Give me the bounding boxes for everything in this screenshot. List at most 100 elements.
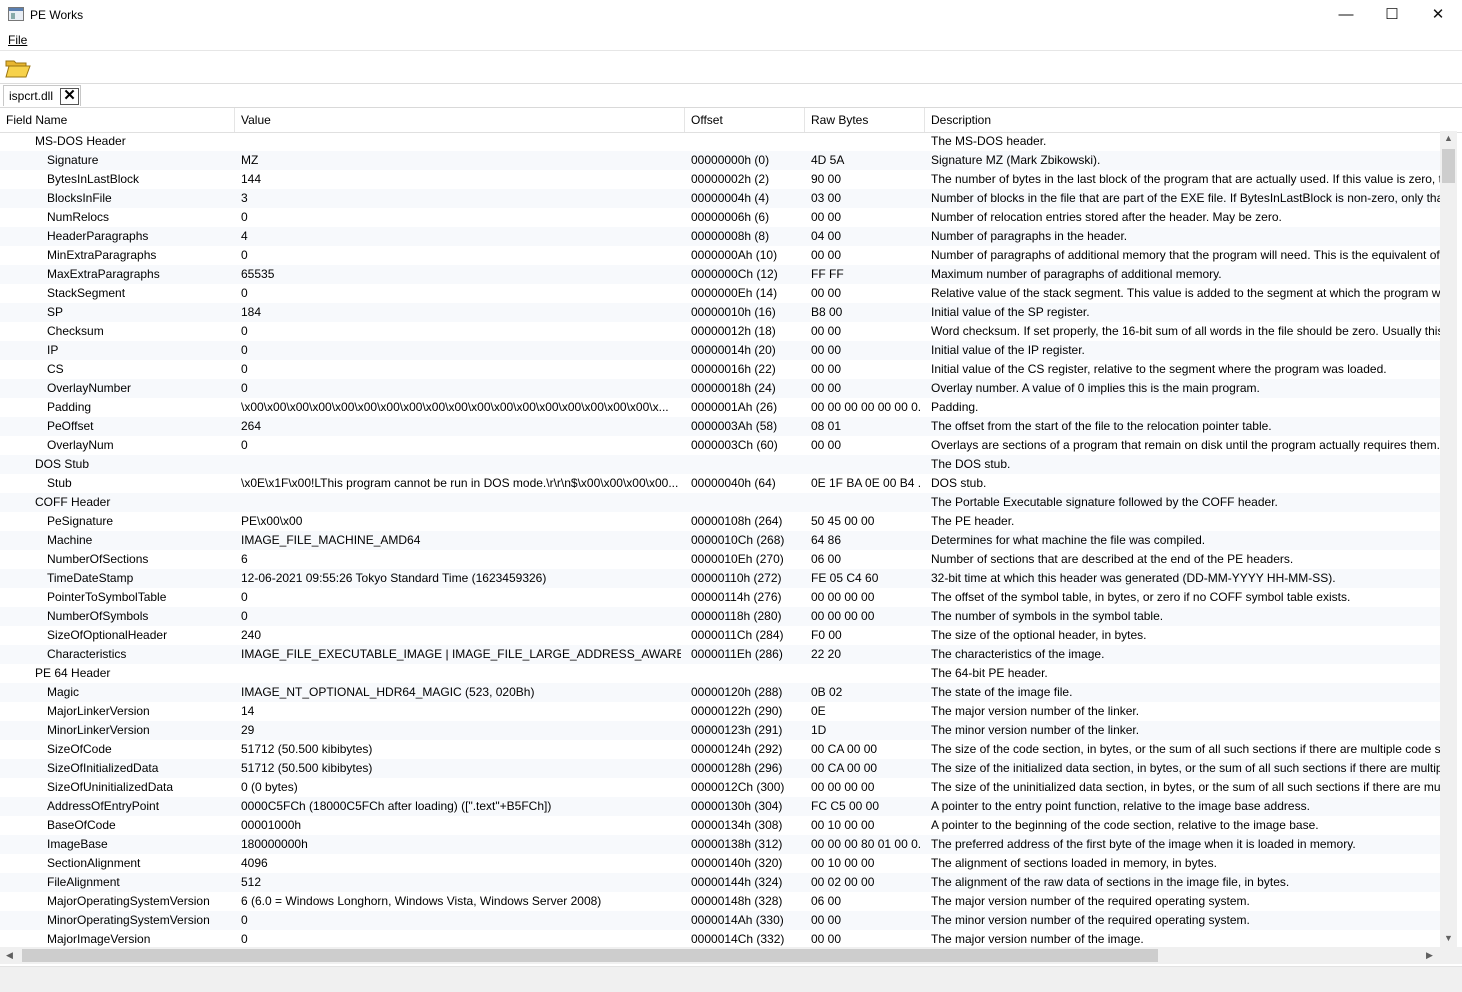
cell-value: 4 [241,229,248,243]
table-row[interactable]: OverlayNum 0 0000003Ch (60) 00 00 Overlays a… [0,436,1440,455]
open-folder-icon[interactable] [5,58,31,78]
cell-description: Overlays are sections of a program that … [931,438,1440,452]
table-row[interactable]: PeOffset 264 0000003Ah (58) 08 01 The offset… [0,417,1440,436]
table-row[interactable]: CS 0 00000016h (22) 00 00 Initial value of t… [0,360,1440,379]
header-offset[interactable]: Offset [685,108,805,132]
table-row[interactable]: ImageBase 180000000h 00000138h (312) 00 00 … [0,835,1440,854]
tab-file[interactable]: ispcrt.dll ✕ [3,85,81,106]
cell-raw-bytes: 00 00 [811,286,842,300]
cell-offset: 0000014Ch (332) [691,932,785,946]
table-row[interactable]: Padding \x00\x00\x00\x00\x00\x00\x00\x00\… [0,398,1440,417]
table-row[interactable]: MinExtraParagraphs 0 0000000Ah (10) 00 00 Nu… [0,246,1440,265]
cell-field-name: SectionAlignment [47,856,141,870]
table-row[interactable]: SizeOfCode 51712 (50.500 kibibytes) 000001… [0,740,1440,759]
table-row[interactable]: SP 184 00000010h (16) B8 00 Initial value of… [0,303,1440,322]
cell-raw-bytes [811,493,921,512]
cell-description: The minor version number of the required… [931,913,1250,927]
cell-offset: 0000012Ch (300) [691,780,785,794]
header-field-name[interactable]: Field Name [0,108,235,132]
cell-offset: 00000110h (272) [691,571,782,585]
table-row[interactable]: NumberOfSymbols 0 00000118h (280) 00 00 00 … [0,607,1440,626]
menu-file[interactable]: File [8,33,27,47]
cell-field-name: AddressOfEntryPoint [47,799,160,813]
cell-field-name: SizeOfCode [47,742,112,756]
tab-label: ispcrt.dll [9,89,54,103]
header-value[interactable]: Value [235,108,685,132]
scroll-down-icon[interactable]: ▼ [1444,933,1453,943]
cell-offset [691,132,803,151]
table-row[interactable]: Stub \x0E\x1F\x00!LThis program cannot be… [0,474,1440,493]
table-row[interactable]: TimeDateStamp 12-06-2021 09:55:26 Tokyo S… [0,569,1440,588]
table-row[interactable]: SizeOfOptionalHeader 240 0000011Ch (284) F0… [0,626,1440,645]
table-row[interactable]: BaseOfCode 00001000h 00000134h (308) 00 10 … [0,816,1440,835]
table-row[interactable]: NumberOfSections 6 0000010Eh (270) 06 00 Num… [0,550,1440,569]
scroll-left-icon[interactable]: ◀ [6,950,13,961]
table-row[interactable]: StackSegment 0 0000000Eh (14) 00 00 Relative… [0,284,1440,303]
table-row[interactable]: MajorOperatingSystemVersion 6 (6.0 = Wind… [0,892,1440,911]
title-bar: PE Works — ☐ ✕ [0,0,1462,30]
cell-description: Number of paragraphs of additional memor… [931,248,1440,262]
cell-offset: 00000130h (304) [691,799,783,813]
table-row[interactable]: AddressOfEntryPoint 0000C5FCh (18000C5FCh… [0,797,1440,816]
cell-offset: 0000003Ah (58) [691,419,778,433]
cell-description: The alignment of the raw data of section… [931,875,1290,889]
table-row[interactable]: Magic IMAGE_NT_OPTIONAL_HDR64_MAGIC (523,… [0,683,1440,702]
table-row[interactable]: MaxExtraParagraphs 65535 0000000Ch (12) FF … [0,265,1440,284]
cell-raw-bytes: 50 45 00 00 [811,514,875,528]
table-row[interactable]: SizeOfInitializedData 51712 (50.500 kibib… [0,759,1440,778]
header-raw-bytes[interactable]: Raw Bytes [805,108,925,132]
scroll-up-icon[interactable]: ▲ [1444,133,1453,143]
vertical-scrollbar[interactable]: ▲ ▼ [1440,131,1457,947]
cell-field-name: SizeOfOptionalHeader [47,628,168,642]
table-row[interactable]: OverlayNumber 0 00000018h (24) 00 00 Overlay… [0,379,1440,398]
table-row[interactable]: BytesInLastBlock 144 00000002h (2) 90 00 The… [0,170,1440,189]
cell-field-name: OverlayNumber [47,381,132,395]
minimize-button[interactable]: — [1323,0,1369,30]
cell-value: 6 (6.0 = Windows Longhorn, Windows Vista… [241,894,602,908]
table-row[interactable]: Signature MZ 00000000h (0) 4D 5A Signature M… [0,151,1440,170]
cell-offset: 0000003Ch (60) [691,438,778,452]
tab-close-icon[interactable]: ✕ [60,88,79,105]
table-row[interactable]: NumRelocs 0 00000006h (6) 00 00 Number of re… [0,208,1440,227]
table-row[interactable]: PointerToSymbolTable 0 00000114h (276) 00 0… [0,588,1440,607]
vertical-scroll-thumb[interactable] [1442,149,1455,183]
table-row[interactable]: SizeOfUninitializedData 0 (0 bytes) 000001… [0,778,1440,797]
table-row[interactable]: SectionAlignment 4096 00000140h (320) 00 10… [0,854,1440,873]
table-row[interactable]: PeSignature PE\x00\x00 00000108h (264) 50 4… [0,512,1440,531]
maximize-button[interactable]: ☐ [1369,0,1415,30]
scroll-right-icon[interactable]: ▶ [1426,950,1433,961]
table-row[interactable]: MajorLinkerVersion 14 00000122h (290) 0E The… [0,702,1440,721]
horizontal-scrollbar[interactable]: ◀ ▶ [0,947,1440,964]
cell-description: The number of symbols in the symbol tabl… [931,609,1164,623]
cell-raw-bytes: 64 86 [811,533,842,547]
table-row[interactable]: MajorImageVersion 0 0000014Ch (332) 00 00 Th… [0,930,1440,948]
cell-value: 0 [241,286,248,300]
section-row[interactable]: COFF Header The Portable Executable signa… [0,493,1440,512]
cell-value [241,132,681,151]
cell-raw-bytes: FF FF [811,267,844,281]
section-row[interactable]: DOS Stub The DOS stub. [0,455,1440,474]
cell-raw-bytes: 00 00 00 80 01 00 0... [811,837,921,851]
cell-value: MZ [241,153,259,167]
horizontal-scroll-thumb[interactable] [22,949,1158,962]
cell-field-name: MinorLinkerVersion [47,723,150,737]
table-row[interactable]: MinorOperatingSystemVersion 0 0000014Ah (3… [0,911,1440,930]
table-row[interactable]: BlocksInFile 3 00000004h (4) 03 00 Number of… [0,189,1440,208]
close-window-button[interactable]: ✕ [1415,0,1461,30]
cell-raw-bytes: 06 00 [811,894,842,908]
cell-description: The size of the initialized data section… [931,761,1440,775]
table-row[interactable]: FileAlignment 512 00000144h (324) 00 02 00 … [0,873,1440,892]
table-row[interactable]: Characteristics IMAGE_FILE_EXECUTABLE_IMA… [0,645,1440,664]
table-row[interactable]: MinorLinkerVersion 29 00000123h (291) 1D The… [0,721,1440,740]
cell-field-name: FileAlignment [47,875,120,889]
header-description[interactable]: Description [925,108,1462,132]
section-row[interactable]: MS-DOS Header The MS-DOS header. [0,132,1440,151]
table-row[interactable]: Machine IMAGE_FILE_MACHINE_AMD64 0000010Ch… [0,531,1440,550]
section-row[interactable]: PE 64 Header The 64-bit PE header. [0,664,1440,683]
table-row[interactable]: HeaderParagraphs 4 00000008h (8) 04 00 Numbe… [0,227,1440,246]
cell-value: 264 [241,419,262,433]
cell-value: 00001000h [241,818,302,832]
table-row[interactable]: Checksum 0 00000012h (18) 00 00 Word checksu… [0,322,1440,341]
cell-raw-bytes: F0 00 [811,628,842,642]
table-row[interactable]: IP 0 00000014h (20) 00 00 Initial value of t… [0,341,1440,360]
